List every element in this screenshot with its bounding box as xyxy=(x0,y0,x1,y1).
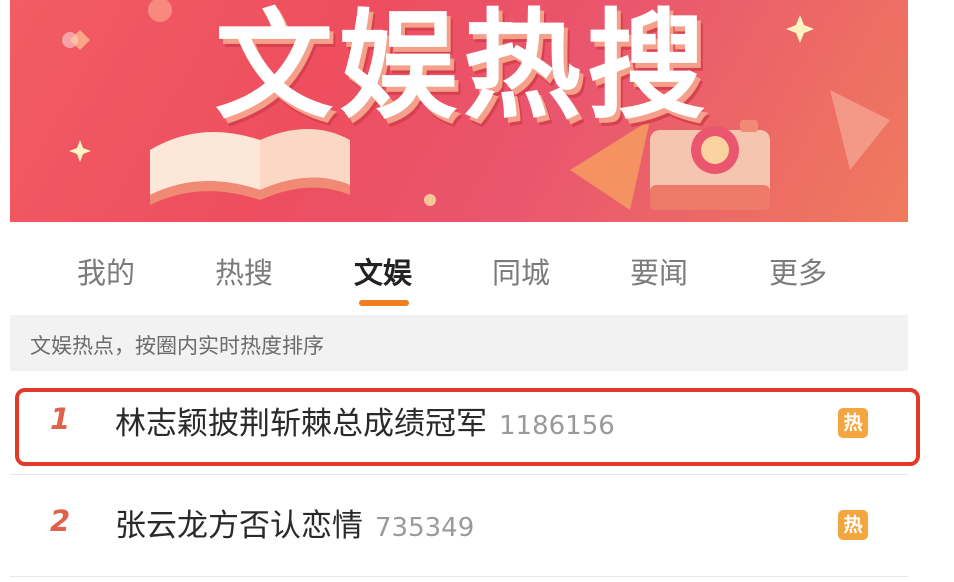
highlight-box xyxy=(15,388,920,466)
tab-hot-search[interactable]: 热搜 xyxy=(194,250,294,292)
hot-badge: 热 xyxy=(838,510,868,540)
row-divider xyxy=(10,474,908,475)
tab-news[interactable]: 要闻 xyxy=(609,250,709,292)
list-subheader: 文娱热点，按圈内实时热度排序 xyxy=(10,315,908,371)
row-divider xyxy=(10,576,908,577)
tab-entertainment[interactable]: 文娱 xyxy=(333,250,433,292)
tab-more[interactable]: 更多 xyxy=(748,250,848,292)
active-tab-indicator xyxy=(359,300,409,306)
heat-count: 735349 xyxy=(375,513,475,543)
list-item[interactable]: 2 张云龙方否认恋情 735349 热 xyxy=(10,482,908,572)
book-icon xyxy=(150,129,350,205)
rank-number: 2 xyxy=(50,504,71,538)
tab-local[interactable]: 同城 xyxy=(471,250,571,292)
banner-title: 文娱热搜 xyxy=(215,0,712,135)
banner: 文娱热搜 xyxy=(10,0,908,222)
topic-text: 张云龙方否认恋情 xyxy=(115,508,363,544)
subheader-text: 文娱热点，按圈内实时热度排序 xyxy=(30,334,324,358)
tab-bar: 我的 热搜 文娱 同城 要闻 更多 xyxy=(0,236,954,306)
tab-mine[interactable]: 我的 xyxy=(56,250,156,292)
list-item-title[interactable]: 张云龙方否认恋情 735349 xyxy=(115,500,474,545)
